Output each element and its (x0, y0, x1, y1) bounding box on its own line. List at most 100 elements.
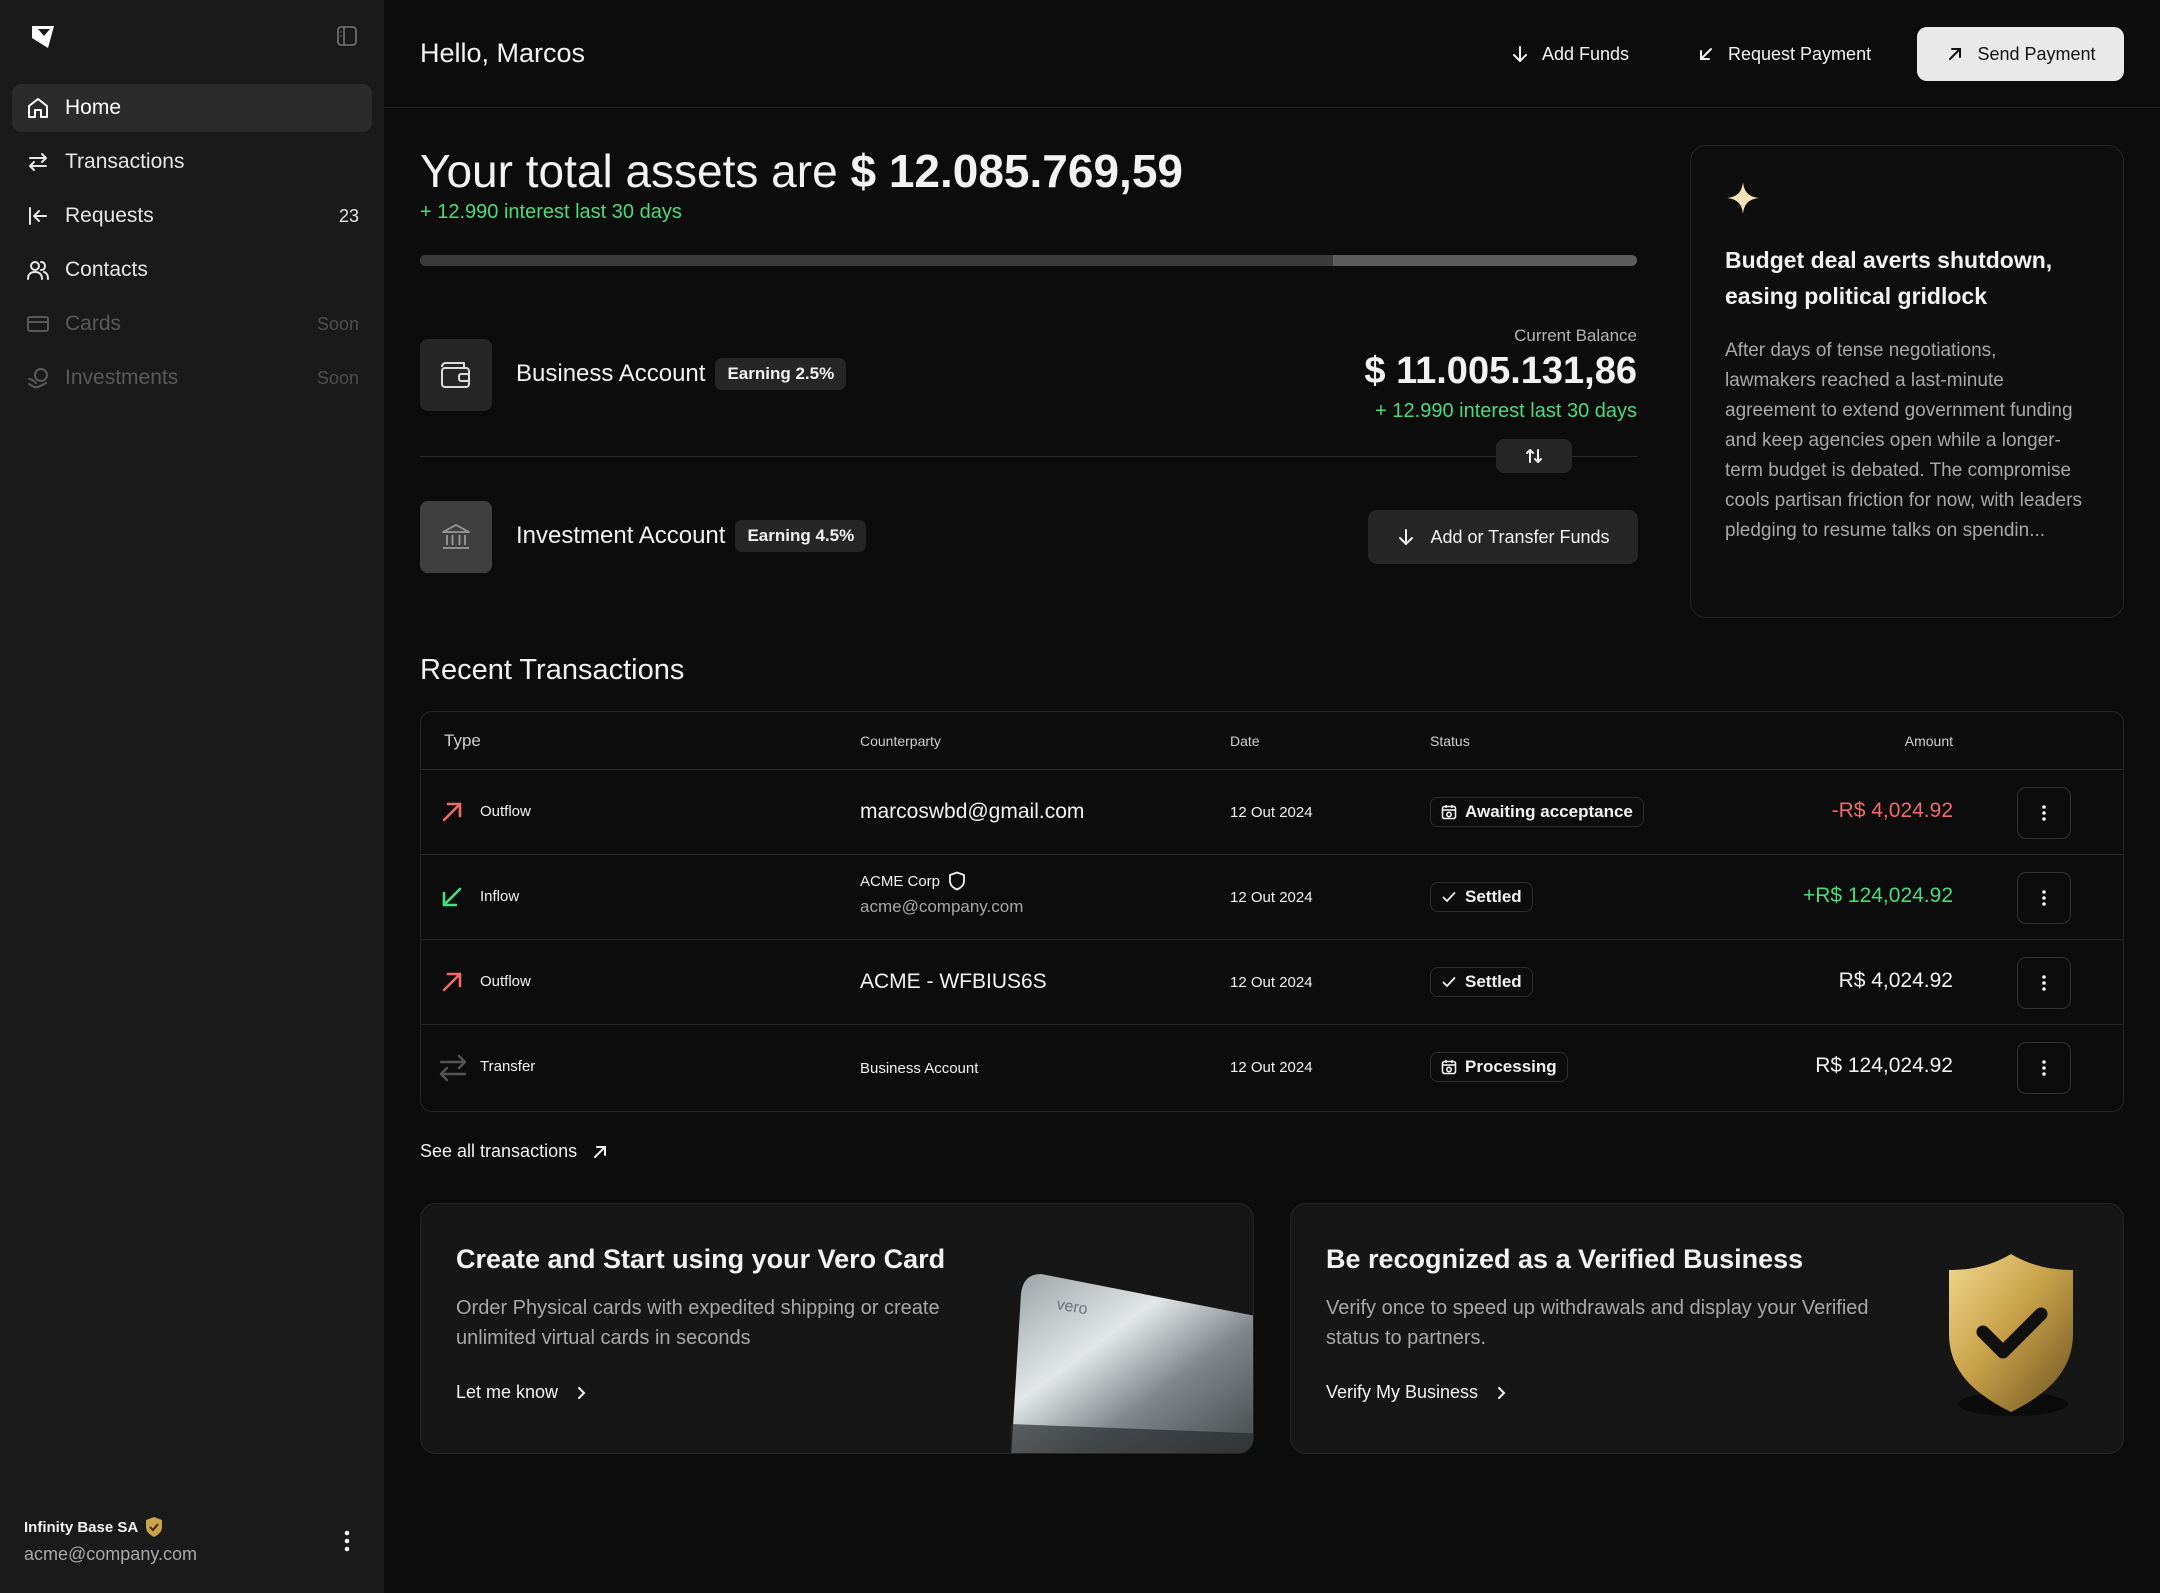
top-header: Hello, Marcos Add Funds Request Payment … (384, 0, 2160, 108)
send-payment-label: Send Payment (1977, 43, 2096, 64)
add-funds-label: Add Funds (1542, 43, 1630, 64)
requests-count-badge: 23 (338, 205, 359, 226)
swap-accounts-button[interactable] (1496, 439, 1572, 473)
row-menu-button[interactable] (2017, 1042, 2071, 1094)
business-interest: + 12.990 interest last 30 days (1375, 400, 1637, 422)
transaction-counterparty-email: acme@company.com (860, 897, 1024, 916)
sidebar-item-label: Cards (65, 312, 122, 335)
transaction-counterparty-block: ACME Corp acme@company.com (860, 871, 1023, 917)
column-counterparty: Counterparty (860, 733, 941, 749)
vero-card-promo[interactable]: Create and Start using your Vero Card Or… (420, 1203, 1254, 1454)
verify-my-business-link[interactable]: Verify My Business (1326, 1382, 1508, 1403)
total-assets-prefix: Your total assets are (420, 145, 838, 197)
sidebar-item-contacts[interactable]: Contacts (12, 246, 372, 294)
transaction-date: 12 Out 2024 (1230, 804, 1313, 821)
send-payment-button[interactable]: Send Payment (1917, 27, 2124, 81)
check-icon (1441, 974, 1457, 990)
org-name: Infinity Base SA (24, 1518, 139, 1536)
column-status: Status (1430, 733, 1470, 749)
table-header: Type Counterparty Date Status Amount (421, 712, 2123, 770)
verified-business-promo[interactable]: Be recognized as a Verified Business Ver… (1290, 1203, 2124, 1454)
gold-shield-icon (1931, 1244, 2091, 1424)
see-all-transactions-link[interactable]: See all transactions (420, 1141, 609, 1162)
table-row[interactable]: Transfer Business Account 12 Out 2024 Pr… (421, 1025, 2123, 1110)
business-account-icon-box (420, 339, 492, 411)
business-account-row[interactable]: Business Account Earning 2.5% (516, 358, 847, 390)
sidebar-item-label: Home (65, 96, 122, 119)
wallet-icon (439, 360, 473, 390)
sidebar-item-transactions[interactable]: Transactions (12, 138, 372, 186)
arrows-exchange-icon (25, 149, 51, 175)
bank-icon (440, 521, 472, 553)
status-label: Processing (1465, 1057, 1557, 1076)
sidebar-item-requests[interactable]: Requests 23 (12, 192, 372, 240)
accounts-divider (420, 456, 1637, 457)
row-menu-button[interactable] (2017, 872, 2071, 924)
status-label: Settled (1465, 887, 1522, 906)
assets-progress-fill (420, 255, 1333, 266)
add-or-transfer-funds-button[interactable]: Add or Transfer Funds (1368, 510, 1638, 564)
users-icon (25, 257, 51, 283)
table-row[interactable]: Outflow marcoswbd@gmail.com 12 Out 2024 … (421, 770, 2123, 855)
transaction-date: 12 Out 2024 (1230, 1059, 1313, 1076)
arrow-down-left-icon (438, 883, 466, 911)
column-type: Type (444, 731, 481, 750)
transaction-counterparty: marcoswbd@gmail.com (860, 800, 1085, 823)
current-balance-value: $ 11.005.131,86 (1364, 350, 1637, 392)
total-assets: Your total assets are $ 12.085.769,59 (420, 144, 1183, 198)
promo-link-label: Let me know (456, 1382, 559, 1402)
home-icon (25, 95, 51, 121)
sidebar-item-label: Transactions (65, 150, 185, 173)
investment-account-icon-box (420, 501, 492, 573)
add-funds-button[interactable]: Add Funds (1510, 27, 1629, 81)
sidebar-item-home[interactable]: Home (12, 84, 372, 132)
transaction-type: Inflow (480, 888, 520, 905)
status-badge: Processing (1430, 1052, 1568, 1082)
shield-icon (949, 871, 965, 891)
greeting: Hello, Marcos (420, 38, 586, 68)
sidebar-collapse-icon[interactable] (335, 24, 359, 48)
promo-body: Order Physical cards with expedited ship… (456, 1297, 940, 1349)
verified-badge-icon (144, 1516, 164, 1538)
news-card[interactable]: Budget deal averts shutdown, easing poli… (1690, 145, 2124, 618)
add-or-transfer-funds-label: Add or Transfer Funds (1430, 526, 1610, 547)
check-icon (1441, 889, 1457, 905)
transaction-amount: R$ 4,024.92 (1838, 969, 1953, 992)
table-row[interactable]: Inflow ACME Corp acme@company.com 12 Out… (421, 855, 2123, 940)
org-profile[interactable]: Infinity Base SA acme@company.com (24, 1516, 197, 1565)
table-row[interactable]: Outflow ACME - WFBIUS6S 12 Out 2024 Sett… (421, 940, 2123, 1025)
sidebar-item-cards: Cards Soon (12, 300, 372, 348)
arrow-up-right-icon (594, 1145, 607, 1158)
promo-title: Create and Start using your Vero Card (456, 1244, 946, 1274)
sidebar-item-label: Requests (65, 204, 154, 227)
investment-account-row[interactable]: Investment Account Earning 4.5% (516, 520, 867, 552)
transaction-date: 12 Out 2024 (1230, 974, 1313, 991)
row-menu-button[interactable] (2017, 957, 2071, 1009)
org-name-row: Infinity Base SA (24, 1516, 197, 1538)
calendar-clock-icon (1441, 804, 1457, 820)
transaction-date: 12 Out 2024 (1230, 889, 1313, 906)
chevron-right-icon (1498, 1386, 1506, 1399)
see-all-label: See all transactions (420, 1141, 578, 1161)
transactions-table: Type Counterparty Date Status Amount Out… (420, 711, 2124, 1112)
soon-label: Soon (316, 313, 359, 334)
request-payment-button[interactable]: Request Payment (1696, 27, 1871, 81)
transaction-type: Outflow (480, 973, 531, 990)
promo-body: Verify once to speed up withdrawals and … (1326, 1297, 1869, 1349)
promo-link-label: Verify My Business (1326, 1382, 1479, 1402)
more-vertical-icon (2042, 1060, 2046, 1076)
counterparty-name-row: ACME Corp (860, 871, 1023, 891)
sparkle-icon (1725, 180, 1761, 216)
more-vertical-icon (2042, 890, 2046, 906)
let-me-know-link[interactable]: Let me know (456, 1382, 588, 1403)
arrow-down-left-icon (1696, 44, 1716, 64)
logo-icon[interactable] (30, 24, 58, 50)
sidebar: Home Transactions Requests 23 Contacts C… (0, 0, 384, 1593)
coins-icon (25, 365, 51, 391)
more-vertical-icon (2042, 975, 2046, 991)
credit-card-icon (25, 311, 51, 337)
row-menu-button[interactable] (2017, 787, 2071, 839)
news-title: Budget deal averts shutdown, easing poli… (1725, 247, 2053, 309)
org-menu-icon[interactable] (334, 1528, 360, 1554)
transaction-type: Transfer (480, 1058, 536, 1075)
